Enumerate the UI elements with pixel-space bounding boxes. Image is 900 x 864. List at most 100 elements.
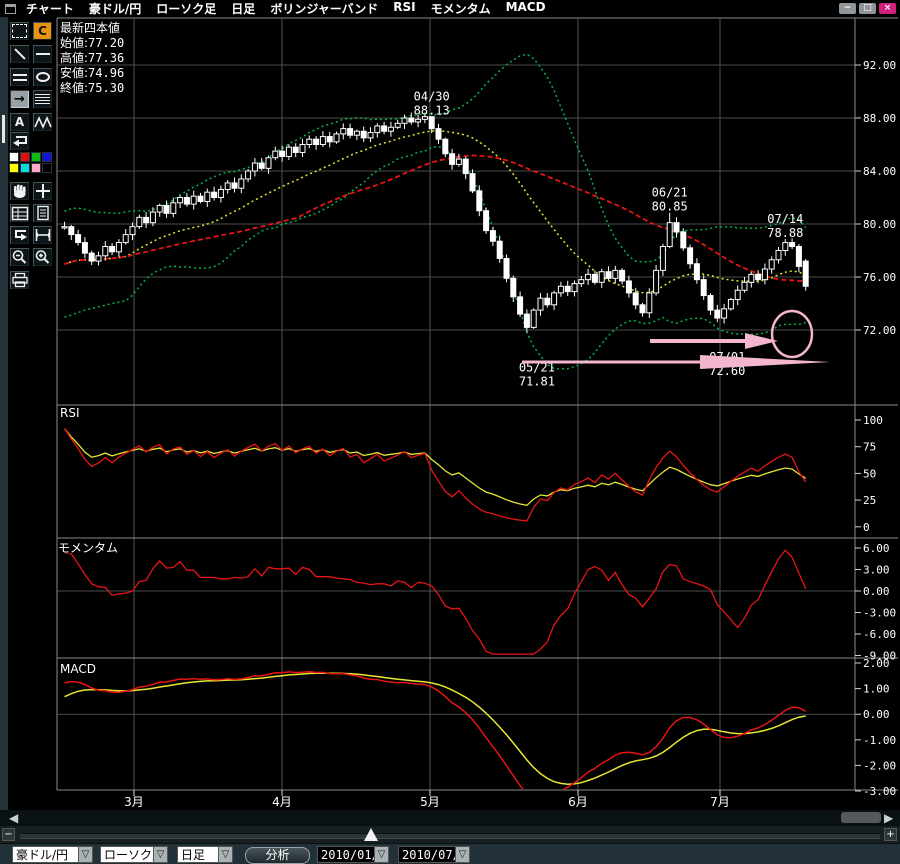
momentum-panel-label: モメンタム bbox=[58, 539, 118, 556]
color-swatch[interactable] bbox=[31, 163, 41, 173]
color-swatch[interactable] bbox=[42, 163, 52, 173]
close-button[interactable]: × bbox=[879, 3, 896, 14]
month-label: 6月 bbox=[568, 795, 588, 809]
date-to-select[interactable]: 2010/07/18 ▽ bbox=[398, 846, 470, 863]
rsi-fast-line bbox=[65, 428, 806, 521]
parallel-lines-tool-button[interactable] bbox=[9, 67, 30, 87]
arrow-tool-button[interactable]: → bbox=[9, 89, 30, 109]
zigzag-tool-button[interactable] bbox=[32, 112, 53, 132]
pink-arrow-annotation[interactable] bbox=[650, 339, 745, 343]
select-region-tool-button[interactable] bbox=[9, 21, 30, 41]
trend-line-tool-button[interactable] bbox=[9, 44, 30, 64]
hand-tool-button[interactable] bbox=[9, 181, 30, 201]
menu-item[interactable]: モメンタム bbox=[431, 0, 491, 17]
bollinger-lower-band bbox=[65, 146, 806, 368]
select-region-icon bbox=[12, 24, 27, 38]
zoom-in-icon bbox=[34, 249, 51, 265]
dropdown-arrow-icon[interactable]: ▽ bbox=[455, 846, 470, 863]
print-button[interactable] bbox=[9, 270, 30, 290]
pink-arrow-annotation[interactable] bbox=[522, 361, 700, 364]
chart-type-select-value: ローソク足 bbox=[100, 846, 153, 863]
text-icon: A bbox=[15, 116, 24, 128]
y-tick-label: -3.00 bbox=[863, 785, 896, 798]
quote-row: 終値:75.30 bbox=[60, 81, 124, 96]
color-swatch[interactable] bbox=[31, 152, 41, 162]
zoom-slider-plus-button[interactable]: + bbox=[884, 828, 897, 841]
y-tick-label: 0.00 bbox=[863, 708, 890, 721]
rotate-icon bbox=[11, 227, 29, 243]
chart-annotation: 06/21 bbox=[652, 186, 688, 200]
color-swatch[interactable] bbox=[42, 152, 52, 162]
quote-panel: 最新四本値 始値:77.20高値:77.36安値:74.96終値:75.30 bbox=[60, 21, 124, 96]
rotate-tool-button[interactable] bbox=[9, 225, 30, 245]
y-tick-label: 80.00 bbox=[863, 218, 896, 231]
scrollbar-thumb[interactable] bbox=[841, 812, 881, 823]
rsi-slow-line bbox=[65, 429, 806, 506]
zoom-in-button[interactable] bbox=[32, 247, 53, 267]
y-tick-label: 50 bbox=[863, 467, 876, 480]
menu-item[interactable]: チャート bbox=[26, 0, 74, 17]
macd-panel-label: MACD bbox=[60, 662, 96, 676]
moving-average-line bbox=[65, 156, 806, 282]
zoom-slider-row: − + bbox=[0, 826, 900, 843]
undo-tool-button[interactable] bbox=[9, 131, 30, 151]
chart-canvas[interactable]: 04/3088.1305/2171.8106/2180.8507/0172.60… bbox=[0, 0, 900, 810]
menu-item[interactable]: ボリンジャーバンド bbox=[270, 0, 378, 17]
date-from-value: 2010/01/18 bbox=[317, 846, 374, 863]
chart-annotation: 04/30 bbox=[414, 89, 450, 103]
zoom-out-button[interactable] bbox=[9, 247, 30, 267]
pink-arrow-head[interactable] bbox=[700, 355, 830, 369]
candle-color-tool-button[interactable]: C bbox=[32, 21, 53, 41]
quote-title: 最新四本値 bbox=[60, 21, 124, 36]
analyze-button[interactable]: 分析 bbox=[245, 847, 310, 864]
dropdown-arrow-icon[interactable]: ▽ bbox=[218, 846, 233, 863]
zoom-slider-thumb[interactable] bbox=[364, 828, 378, 841]
horizontal-line-tool-button[interactable] bbox=[32, 44, 53, 64]
maximize-button[interactable]: □ bbox=[859, 3, 876, 14]
minimize-button[interactable]: − bbox=[839, 3, 856, 14]
scroll-right-button[interactable]: ▶ bbox=[884, 811, 893, 825]
chart-annotation: 78.88 bbox=[767, 226, 803, 240]
color-swatch[interactable] bbox=[9, 152, 19, 162]
dropdown-arrow-icon[interactable]: ▽ bbox=[374, 846, 389, 863]
grid-icon bbox=[11, 206, 29, 221]
scroll-left-button[interactable]: ◀ bbox=[9, 811, 18, 825]
crosshair-icon bbox=[35, 183, 51, 199]
color-swatch[interactable] bbox=[9, 163, 19, 173]
parallel-lines-icon bbox=[13, 74, 27, 81]
chart-window: チャート豪ドル/円ローソク足日足ボリンジャーバンドRSIモメンタムMACD − … bbox=[0, 0, 900, 864]
drawing-toolbar: C → A bbox=[9, 21, 56, 801]
print-icon bbox=[11, 272, 29, 288]
menu-item[interactable]: 日足 bbox=[231, 0, 255, 17]
memo-button[interactable] bbox=[32, 203, 53, 223]
quote-row: 安値:74.96 bbox=[60, 66, 124, 81]
zoom-slider-minus-button[interactable]: − bbox=[2, 828, 15, 841]
y-tick-label: 0.00 bbox=[863, 585, 890, 598]
chart-annotation: 80.85 bbox=[652, 200, 688, 214]
quote-rows: 始値:77.20高値:77.36安値:74.96終値:75.30 bbox=[60, 36, 124, 96]
color-swatch[interactable] bbox=[20, 152, 30, 162]
measure-width-button[interactable] bbox=[32, 225, 53, 245]
y-tick-label: 1.00 bbox=[863, 683, 890, 696]
ellipse-tool-button[interactable] bbox=[32, 67, 53, 87]
grid-view-button[interactable] bbox=[9, 203, 30, 223]
date-from-select[interactable]: 2010/01/18 ▽ bbox=[317, 846, 389, 863]
chart-scrollbar[interactable]: ◀ ▶ bbox=[0, 810, 900, 826]
menu-item[interactable]: ローソク足 bbox=[156, 0, 216, 17]
dropdown-arrow-icon[interactable]: ▽ bbox=[78, 846, 93, 863]
color-swatch[interactable] bbox=[20, 163, 30, 173]
menu-item[interactable]: MACD bbox=[506, 0, 546, 17]
chart-type-select[interactable]: ローソク足 ▽ bbox=[100, 846, 168, 863]
menu-bar: チャート豪ドル/円ローソク足日足ボリンジャーバンド RSI モメンタム MACD bbox=[26, 0, 546, 17]
zoom-slider-track[interactable] bbox=[20, 833, 880, 839]
timeframe-select[interactable]: 日足 ▽ bbox=[177, 846, 233, 863]
symbol-select[interactable]: 豪ドル/円 ▽ bbox=[12, 846, 93, 863]
menu-item[interactable]: RSI bbox=[393, 0, 415, 17]
pink-circle-annotation[interactable] bbox=[772, 311, 812, 357]
menu-item[interactable]: 豪ドル/円 bbox=[89, 0, 141, 17]
crosshair-tool-button[interactable] bbox=[32, 181, 53, 201]
text-tool-button[interactable]: A bbox=[9, 112, 30, 132]
y-tick-label: -6.00 bbox=[863, 628, 896, 641]
dropdown-arrow-icon[interactable]: ▽ bbox=[153, 846, 168, 863]
fibonacci-lines-tool-button[interactable] bbox=[32, 89, 53, 109]
